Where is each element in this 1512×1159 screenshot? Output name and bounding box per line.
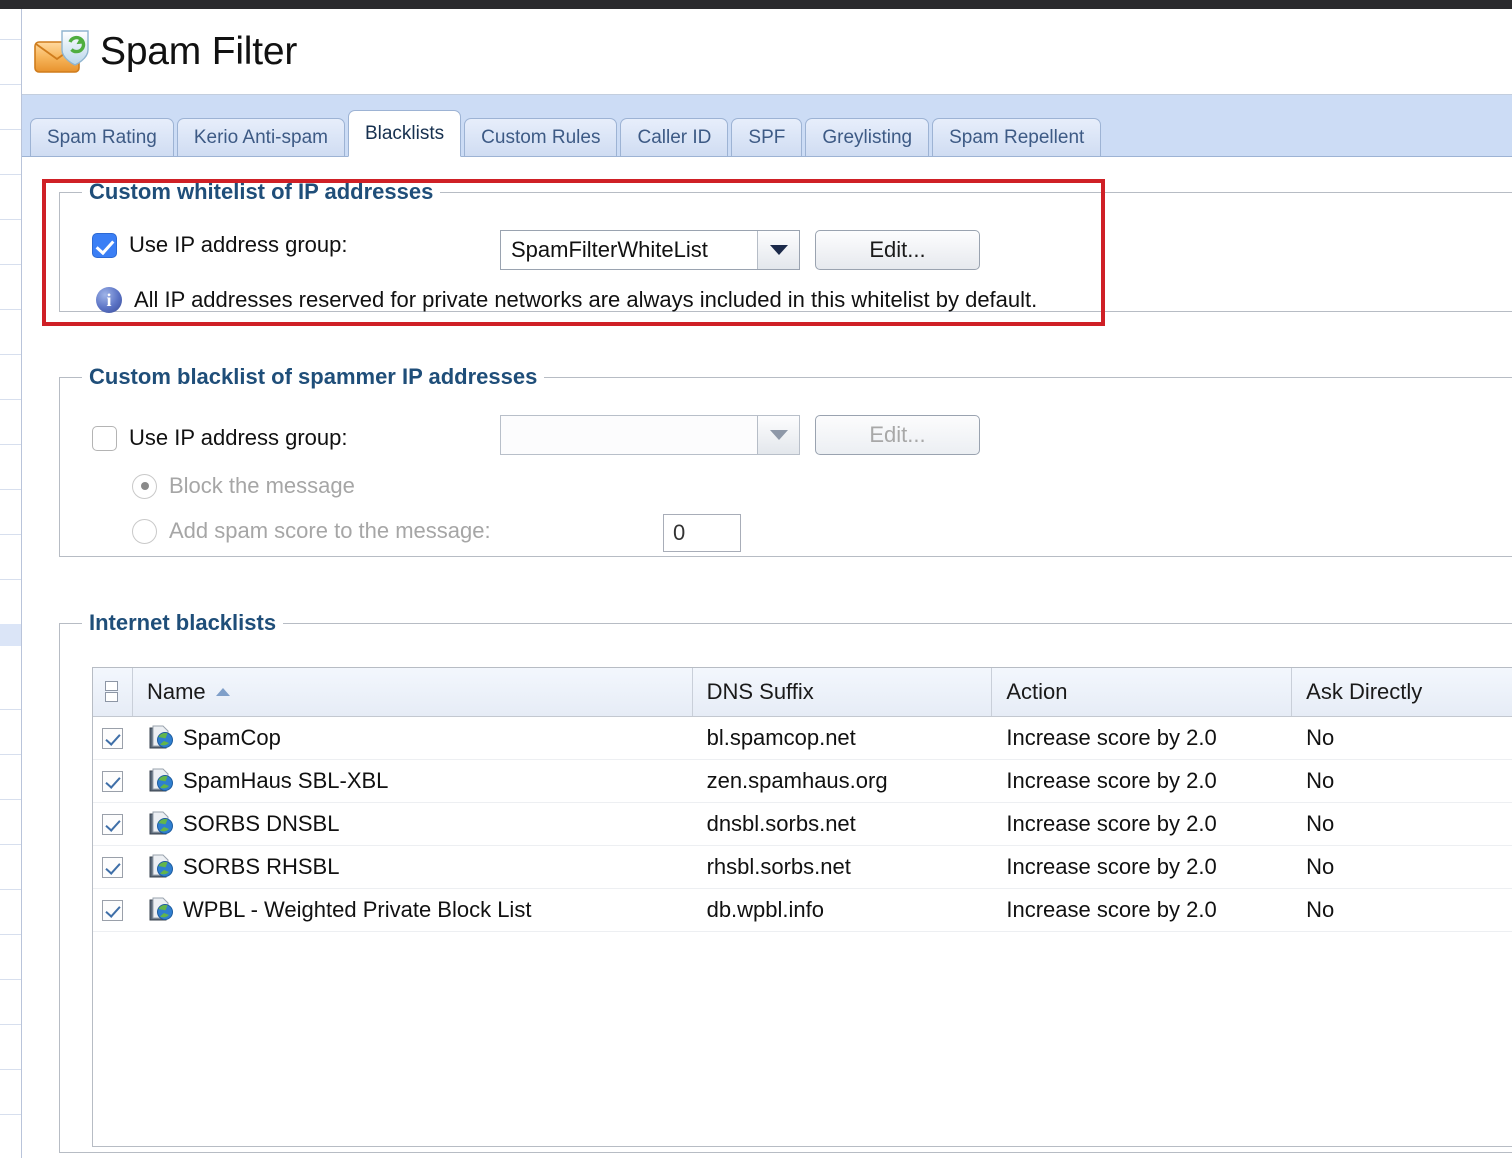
blacklist-use-group-checkbox[interactable]	[92, 425, 117, 451]
cell-action: Increase score by 2.0	[1006, 725, 1217, 750]
blacklist-add-score-row[interactable]: Add spam score to the message:	[132, 518, 491, 544]
custom-blacklist-legend: Custom blacklist of spammer IP addresses	[82, 364, 545, 390]
cell-name: SORBS DNSBL	[133, 803, 693, 845]
row-enabled-checkbox[interactable]	[102, 770, 124, 792]
blacklist-add-score-radio[interactable]	[132, 518, 157, 544]
table-header-row: Name DNS Suffix Action Ask Directly	[93, 668, 1512, 717]
row-enabled-checkbox[interactable]	[102, 856, 124, 878]
tab-spam-repellent[interactable]: Spam Repellent	[932, 118, 1102, 157]
blacklist-use-group-row[interactable]: Use IP address group:	[92, 425, 348, 451]
blacklist-entry-icon	[147, 811, 173, 837]
row-enabled-cell[interactable]	[93, 889, 133, 931]
blacklist-add-score-label: Add spam score to the message:	[169, 518, 491, 543]
tab-spf[interactable]: SPF	[731, 118, 803, 157]
blacklist-score-input[interactable]: 0	[663, 514, 741, 552]
cell-name: WPBL - Weighted Private Block List	[133, 889, 693, 931]
cell-action: Increase score by 2.0	[1006, 811, 1217, 836]
table-row[interactable]: WPBL - Weighted Private Block List db.wpb…	[93, 889, 1512, 932]
spam-filter-envelope-icon	[32, 28, 94, 76]
cell-ask-directly: No	[1306, 811, 1335, 836]
column-header-ask-directly[interactable]: Ask Directly	[1292, 668, 1512, 716]
row-enabled-checkbox[interactable]	[102, 727, 124, 749]
tab-greylisting[interactable]: Greylisting	[805, 118, 930, 157]
cell-dns-suffix: zen.spamhaus.org	[706, 768, 888, 793]
tab-blacklists[interactable]: Blacklists	[347, 110, 462, 157]
spam-filter-window: Spam Filter Spam Rating Kerio Anti-spam …	[22, 9, 1512, 1159]
cell-name: SpamCop	[133, 717, 693, 759]
table-body: SpamCop bl.spamcop.net Increase score by 2…	[93, 717, 1512, 932]
whitelist-edit-button[interactable]: Edit...	[815, 230, 980, 270]
internet-blacklists-legend: Internet blacklists	[82, 610, 284, 636]
select-all-checkbox-icon[interactable]	[104, 681, 120, 703]
cell-name-label: SORBS RHSBL	[182, 854, 340, 879]
column-header-select-all[interactable]	[93, 668, 133, 716]
whitelist-info-text: All IP addresses reserved for private ne…	[134, 287, 1038, 312]
blacklist-entry-icon	[147, 854, 173, 880]
cell-dns-suffix: bl.spamcop.net	[706, 725, 856, 750]
whitelist-group-value: SpamFilterWhiteList	[511, 237, 708, 262]
cell-dns-suffix: db.wpbl.info	[706, 897, 824, 922]
cell-ask-directly: No	[1306, 897, 1335, 922]
cell-name: SpamHaus SBL-XBL	[133, 760, 693, 802]
custom-whitelist-legend: Custom whitelist of IP addresses	[82, 179, 441, 205]
internet-blacklists-table[interactable]: Name DNS Suffix Action Ask Directly Spam…	[92, 667, 1512, 1147]
blacklist-edit-button[interactable]: Edit...	[815, 415, 980, 455]
whitelist-group-select[interactable]: SpamFilterWhiteList	[500, 230, 800, 270]
table-row[interactable]: SORBS RHSBL rhsbl.sorbs.net Increase score…	[93, 846, 1512, 889]
blacklist-block-message-label: Block the message	[169, 473, 355, 498]
cell-name: SORBS RHSBL	[133, 846, 693, 888]
whitelist-use-group-row[interactable]: Use IP address group:	[92, 232, 348, 258]
row-enabled-cell[interactable]	[93, 803, 133, 845]
tab-caller-id[interactable]: Caller ID	[620, 118, 729, 157]
chevron-down-icon[interactable]	[757, 416, 799, 454]
blacklist-use-group-label: Use IP address group:	[129, 425, 348, 450]
cell-action: Increase score by 2.0	[1006, 854, 1217, 879]
blacklist-block-message-row[interactable]: Block the message	[132, 473, 355, 499]
table-row[interactable]: SORBS DNSBL dnsbl.sorbs.net Increase score…	[93, 803, 1512, 846]
column-header-name[interactable]: Name	[132, 668, 693, 716]
row-enabled-cell[interactable]	[93, 846, 133, 888]
blacklist-group-select[interactable]	[500, 415, 800, 455]
column-header-dns-suffix[interactable]: DNS Suffix	[692, 668, 993, 716]
row-enabled-cell[interactable]	[93, 717, 133, 759]
cell-name-label: SpamCop	[182, 725, 281, 750]
whitelist-info-row: i All IP addresses reserved for private …	[96, 287, 1037, 313]
info-icon: i	[96, 287, 122, 313]
column-header-name-label: Name	[146, 679, 206, 704]
row-enabled-checkbox[interactable]	[102, 813, 124, 835]
cell-action: Increase score by 2.0	[1006, 768, 1217, 793]
tab-spam-rating[interactable]: Spam Rating	[30, 118, 174, 157]
window-header: Spam Filter	[22, 9, 1512, 95]
cell-name-label: SpamHaus SBL-XBL	[182, 768, 389, 793]
tab-kerio-antispam[interactable]: Kerio Anti-spam	[176, 118, 345, 157]
cell-name-label: SORBS DNSBL	[182, 811, 340, 836]
sort-ascending-icon	[215, 688, 230, 696]
row-enabled-checkbox[interactable]	[102, 899, 124, 921]
table-row[interactable]: SpamCop bl.spamcop.net Increase score by 2…	[93, 717, 1512, 760]
screen-top-bar	[0, 0, 1512, 9]
cell-name-label: WPBL - Weighted Private Block List	[182, 897, 532, 922]
blacklist-block-message-radio[interactable]	[132, 473, 157, 499]
cell-dns-suffix: rhsbl.sorbs.net	[706, 854, 851, 879]
cell-ask-directly: No	[1306, 768, 1335, 793]
table-row[interactable]: SpamHaus SBL-XBL zen.spamhaus.org Increase…	[93, 760, 1512, 803]
chevron-down-icon[interactable]	[757, 231, 799, 269]
blacklist-entry-icon	[147, 897, 173, 923]
tab-custom-rules[interactable]: Custom Rules	[464, 118, 618, 157]
parent-window-list-gutter[interactable]	[0, 9, 22, 1158]
tab-bar: Spam Rating Kerio Anti-spam Blacklists C…	[22, 95, 1512, 157]
cell-dns-suffix: dnsbl.sorbs.net	[706, 811, 856, 836]
blacklist-entry-icon	[147, 768, 173, 794]
cell-action: Increase score by 2.0	[1006, 897, 1217, 922]
blacklists-tab-panel: Custom whitelist of IP addresses Use IP …	[22, 156, 1512, 1159]
whitelist-use-group-label: Use IP address group:	[129, 232, 348, 257]
cell-ask-directly: No	[1306, 854, 1335, 879]
cell-ask-directly: No	[1306, 725, 1335, 750]
column-header-action[interactable]: Action	[992, 668, 1293, 716]
blacklist-entry-icon	[147, 725, 173, 751]
whitelist-use-group-checkbox[interactable]	[92, 232, 117, 258]
page-title: Spam Filter	[100, 29, 298, 73]
row-enabled-cell[interactable]	[93, 760, 133, 802]
